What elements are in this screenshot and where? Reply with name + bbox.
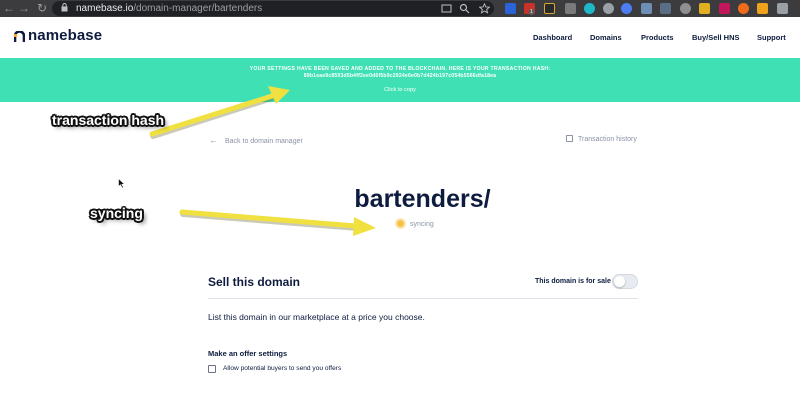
extension-9-icon[interactable] — [660, 3, 671, 14]
allow-offers-label[interactable]: Allow potential buyers to send you offer… — [223, 365, 341, 372]
extension-13-icon[interactable] — [738, 3, 749, 14]
extension-1-icon[interactable] — [505, 3, 516, 14]
transaction-hash[interactable]: 89b1eae9c8593d5b4ff2ee0d6f5b9c2924e6e0b7… — [0, 73, 800, 79]
transaction-hash-annotation: transaction hash — [52, 112, 165, 128]
lock-icon — [61, 3, 68, 12]
allow-offers-checkbox[interactable] — [208, 365, 216, 373]
extension-7-icon[interactable] — [621, 3, 632, 14]
transaction-history-link[interactable]: Transaction history — [566, 135, 637, 143]
zoom-icon[interactable] — [459, 3, 470, 14]
extension-12-icon[interactable] — [719, 3, 730, 14]
back-to-domain-manager-link[interactable]: ← Back to domain manager — [209, 135, 303, 145]
nav-products[interactable]: Products — [641, 33, 674, 42]
domain-name-title: bartenders/ — [354, 185, 491, 213]
nav-support[interactable]: Support — [757, 33, 786, 42]
offer-settings-title: Make an offer settings — [208, 349, 288, 358]
extension-14-icon[interactable] — [757, 3, 768, 14]
section-divider — [208, 298, 638, 299]
history-icon — [566, 135, 573, 142]
nav-buy-sell-hns[interactable]: Buy/Sell HNS — [692, 33, 740, 42]
cast-icon[interactable] — [441, 3, 452, 14]
extension-3-icon[interactable] — [544, 3, 555, 14]
back-link-label: Back to domain manager — [225, 138, 303, 145]
extension-5-icon[interactable] — [584, 3, 595, 14]
extension-10-icon[interactable] — [680, 3, 691, 14]
url-path: /domain-manager/bartenders — [133, 3, 263, 14]
for-sale-toggle-label: This domain is for sale — [535, 278, 611, 285]
site-header: namebase Dashboard Domains Products Buy/… — [0, 17, 800, 58]
namebase-logo-icon[interactable] — [14, 31, 25, 43]
domain-status: syncing — [397, 220, 434, 228]
logo-text[interactable]: namebase — [28, 27, 102, 44]
nav-dashboard[interactable]: Dashboard — [533, 33, 572, 42]
left-arrow-icon: ← — [209, 135, 218, 145]
nav-domains[interactable]: Domains — [590, 33, 622, 42]
url-text: namebase.io/domain-manager/bartenders — [76, 2, 262, 15]
url-domain: namebase.io — [76, 3, 134, 14]
syncing-status-icon — [397, 220, 404, 227]
arrow-to-syncing — [179, 209, 376, 236]
address-bar[interactable]: namebase.io/domain-manager/bartenders — [52, 1, 494, 16]
forward-arrow-icon[interactable]: → — [17, 1, 31, 15]
browser-toolbar: ← → ↻ namebase.io/domain-manager/bartend… — [0, 0, 800, 17]
sell-description: List this domain in our marketplace at a… — [208, 312, 425, 322]
extension-4-icon[interactable] — [565, 3, 576, 14]
extension-badge: 1 — [529, 9, 534, 15]
sell-section-title: Sell this domain — [208, 275, 301, 289]
extension-8-icon[interactable] — [641, 3, 652, 14]
for-sale-toggle[interactable] — [612, 274, 638, 289]
history-link-label: Transaction history — [578, 136, 637, 143]
transaction-banner[interactable]: YOUR SETTINGS HAVE BEEN SAVED AND ADDED … — [0, 58, 800, 102]
reload-icon[interactable]: ↻ — [35, 1, 49, 15]
toggle-knob — [614, 276, 625, 287]
back-arrow-icon[interactable]: ← — [2, 1, 16, 15]
banner-message: YOUR SETTINGS HAVE BEEN SAVED AND ADDED … — [249, 66, 551, 72]
extension-11-icon[interactable] — [699, 3, 710, 14]
puzzle-icon[interactable] — [777, 3, 788, 14]
extension-6-icon[interactable] — [603, 3, 614, 14]
bookmark-star-icon[interactable] — [479, 3, 490, 14]
click-to-copy-link[interactable]: Click to copy — [0, 87, 800, 93]
status-label: syncing — [410, 221, 434, 228]
